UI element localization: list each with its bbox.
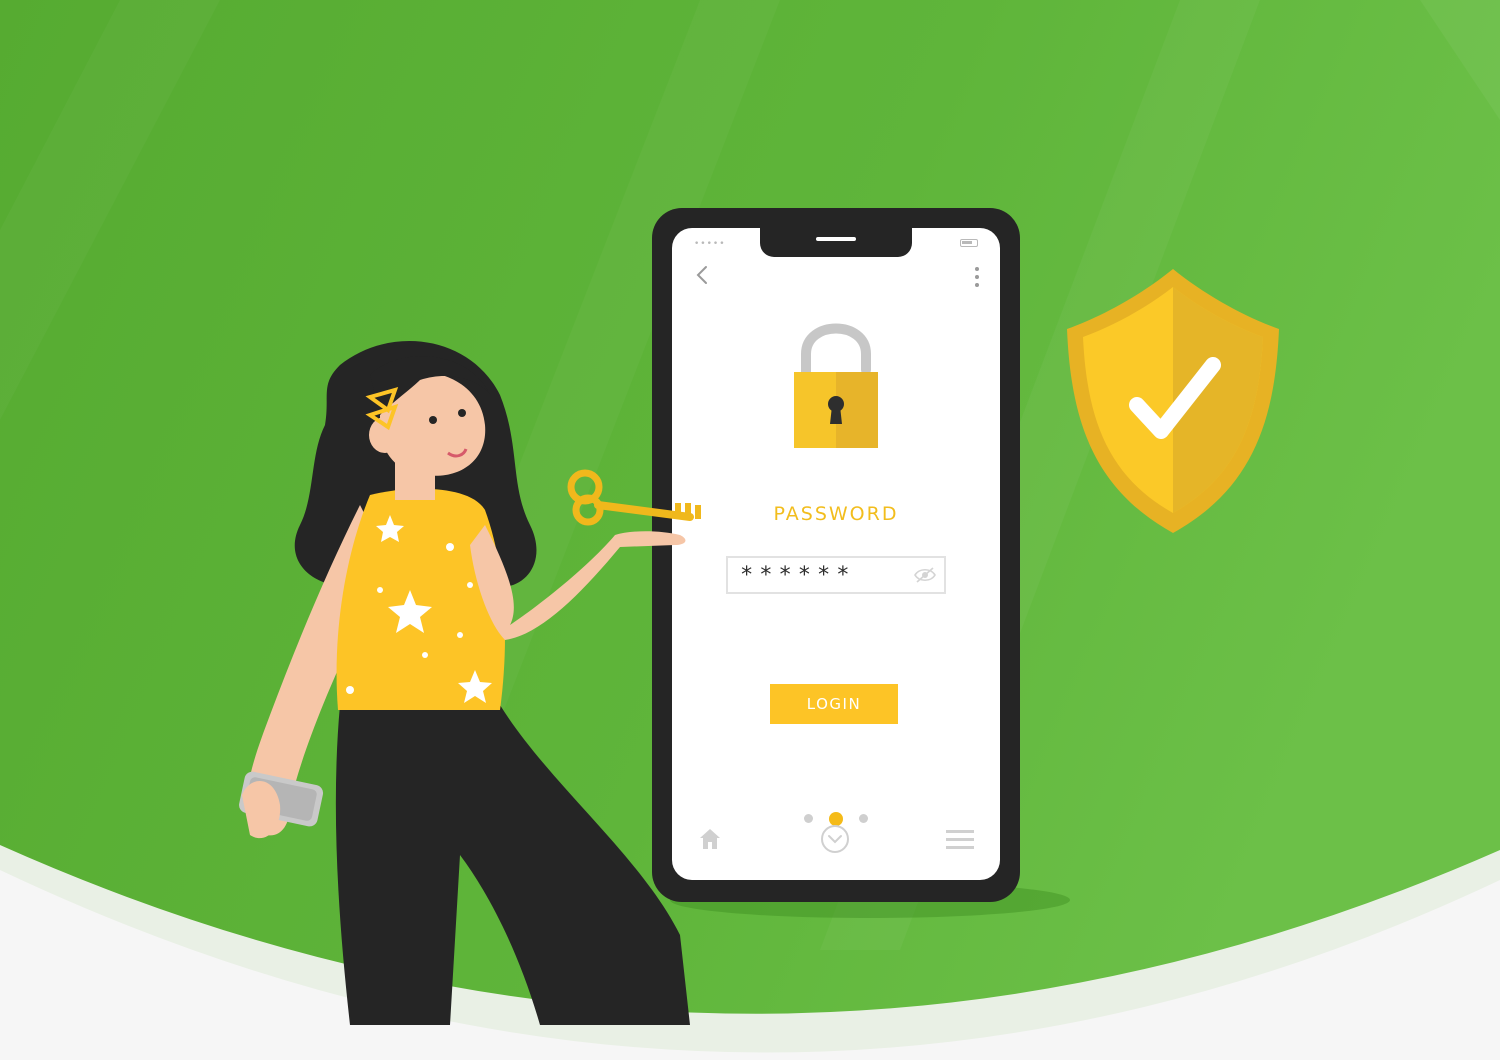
battery-icon [960, 239, 978, 247]
more-vertical-icon[interactable] [972, 266, 982, 288]
signal-indicator: ••••• [694, 239, 726, 249]
hamburger-menu-icon[interactable] [946, 828, 974, 852]
woman-illustration [239, 341, 701, 1025]
padlock-icon [794, 323, 878, 448]
password-field[interactable]: ****** [726, 556, 946, 594]
eye-icon[interactable] [914, 567, 936, 583]
key-icon [567, 469, 701, 526]
phone-speaker [816, 237, 856, 241]
chevron-left-icon[interactable] [692, 264, 714, 286]
chevron-down-circle-icon[interactable] [820, 824, 850, 854]
phone-notch [760, 228, 912, 257]
login-button[interactable]: LOGIN [770, 684, 898, 724]
shield-check-icon [1067, 269, 1279, 533]
password-value: ****** [740, 563, 856, 588]
